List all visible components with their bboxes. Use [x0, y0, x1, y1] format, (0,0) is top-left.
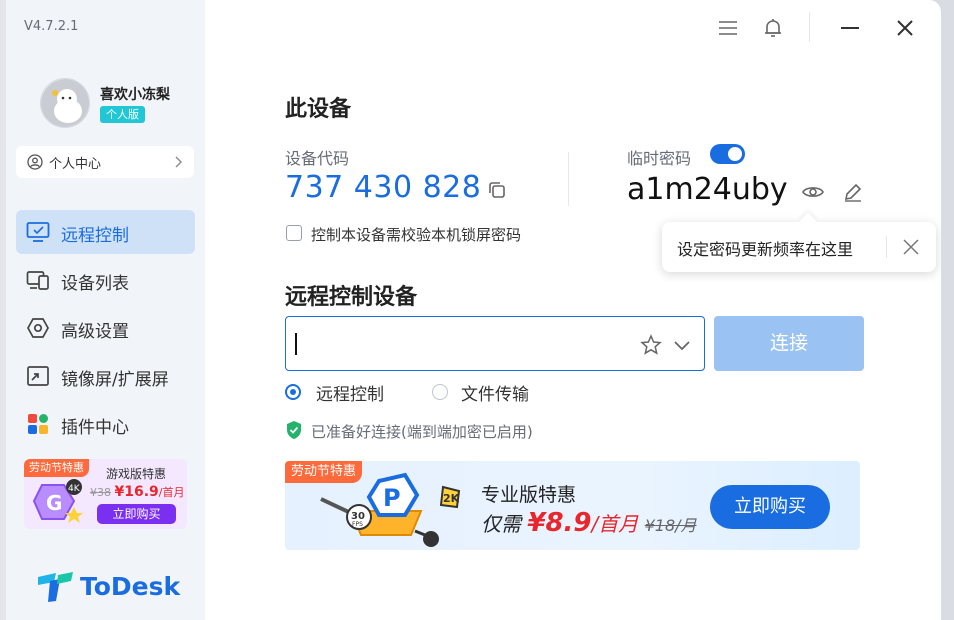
- username: 喜欢小冻梨: [100, 87, 170, 103]
- game-edition-promo[interactable]: 劳动节特惠 G 4K 游戏版特惠 ¥38 ¥16.9/首月 立即购买: [24, 459, 187, 529]
- minimize-icon[interactable]: [836, 14, 864, 42]
- svg-text:4K: 4K: [68, 484, 81, 494]
- sidebar-item-remote-control[interactable]: 远程控制: [16, 210, 195, 254]
- todesk-main-window: V4.7.2.1 喜欢小冻梨 个人版 个人中心 远程控制 设备列表 高级设置 镜…: [6, 0, 941, 620]
- todesk-logo-icon: [38, 572, 73, 602]
- monitor-icon: [26, 222, 50, 242]
- version-label: V4.7.2.1: [24, 19, 79, 34]
- connection-status: 已准备好连接(端到端加密已启用): [311, 423, 533, 441]
- sidebar-item-screen-mirror[interactable]: 镜像屏/扩展屏: [16, 354, 195, 398]
- banner-unit: /首月: [591, 512, 639, 536]
- sidebar: V4.7.2.1 喜欢小冻梨 个人版 个人中心 远程控制 设备列表 高级设置 镜…: [6, 0, 205, 620]
- mode-radio-remote-control[interactable]: [285, 384, 301, 400]
- promo-old-price: ¥38: [90, 486, 111, 499]
- this-device-title: 此设备: [285, 97, 352, 122]
- sidebar-item-label: 远程控制: [61, 226, 129, 246]
- tooltip-close-icon[interactable]: [900, 236, 922, 258]
- sidebar-item-device-list[interactable]: 设备列表: [16, 258, 195, 302]
- banner-price-line: 仅需 ¥8.9/首月 ¥18/月: [481, 508, 697, 538]
- promo-unit: /首月: [158, 486, 185, 499]
- sidebar-item-label: 高级设置: [61, 322, 129, 342]
- banner-price: ¥8.9: [527, 508, 592, 538]
- bell-icon[interactable]: [759, 14, 787, 42]
- mode-label-remote-control[interactable]: 远程控制: [316, 380, 384, 405]
- temp-password-value: a1m24uby: [627, 172, 788, 207]
- tooltip-separator: [886, 236, 887, 258]
- chevron-down-icon[interactable]: [670, 333, 694, 357]
- promo-price-line: ¥38 ¥16.9/首月: [90, 484, 185, 500]
- promo-price: ¥16.9: [114, 484, 159, 500]
- personal-center-label: 个人中心: [49, 157, 102, 172]
- tooltip-text: 设定密码更新频率在这里: [677, 240, 854, 259]
- screen-mirror-icon: [27, 366, 49, 386]
- game-badge-icon: G 4K: [32, 479, 83, 523]
- text-caret: [295, 333, 297, 355]
- temp-password-toggle[interactable]: [710, 144, 745, 164]
- device-divider: [568, 152, 569, 206]
- personal-center-button[interactable]: 个人中心: [16, 146, 194, 178]
- banner-title: 专业版特惠: [481, 484, 577, 506]
- promo-buy-button[interactable]: 立即购买: [97, 504, 176, 524]
- banner-buy-button[interactable]: 立即购买: [710, 485, 830, 529]
- mode-radio-file-transfer[interactable]: [432, 384, 448, 400]
- brand-name: ToDesk: [80, 572, 181, 601]
- promo-tag: 劳动节特惠: [24, 459, 89, 477]
- copy-icon[interactable]: [487, 180, 509, 202]
- pro-edition-banner[interactable]: 劳动节特惠 P 30 FPS 2K 专业版特惠 仅需 ¥8.9/首月 ¥18/月…: [285, 461, 860, 550]
- device-code-label: 设备代码: [285, 149, 350, 168]
- star-icon[interactable]: [639, 333, 663, 357]
- plan-badge: 个人版: [100, 106, 145, 123]
- menu-icon[interactable]: [714, 14, 742, 42]
- art-resolution: 2K: [443, 492, 460, 505]
- banner-old-price: ¥18/月: [644, 516, 697, 535]
- password-frequency-tooltip: 设定密码更新频率在这里: [662, 222, 936, 272]
- art-letter: P: [383, 484, 401, 512]
- mode-label-file-transfer[interactable]: 文件传输: [461, 380, 529, 405]
- sidebar-item-advanced-settings[interactable]: 高级设置: [16, 306, 195, 350]
- wheelbarrow-promo-art: P 30 FPS 2K: [320, 472, 461, 547]
- lock-screen-check-checkbox[interactable]: [286, 225, 302, 241]
- plugin-grid-icon: [28, 414, 48, 434]
- sidebar-item-plugin-center[interactable]: 插件中心: [16, 402, 195, 446]
- sidebar-item-label: 设备列表: [61, 274, 129, 294]
- banner-price-prefix: 仅需: [481, 512, 521, 536]
- device-code[interactable]: 737 430 828: [285, 170, 481, 205]
- eye-icon[interactable]: [801, 180, 825, 204]
- shield-check-icon: [287, 421, 301, 439]
- sidebar-item-label: 镜像屏/扩展屏: [61, 370, 169, 390]
- connect-button[interactable]: 连接: [714, 316, 864, 371]
- remote-device-input[interactable]: [298, 327, 618, 360]
- svg-text:G: G: [46, 491, 62, 515]
- close-icon[interactable]: [891, 14, 919, 42]
- sidebar-item-label: 插件中心: [61, 418, 129, 438]
- temp-password-label: 临时密码: [627, 149, 692, 168]
- chevron-right-icon: [175, 156, 182, 168]
- user-circle-icon: [27, 154, 43, 170]
- devices-icon: [26, 271, 49, 290]
- hexagon-settings-icon: [27, 318, 49, 338]
- promo-title: 游戏版特惠: [106, 467, 167, 481]
- art-fps-unit: FPS: [352, 521, 363, 528]
- avatar[interactable]: [40, 78, 90, 128]
- lock-screen-check-label: 控制本设备需校验本机锁屏密码: [311, 226, 522, 244]
- remote-device-input-box[interactable]: [285, 316, 705, 371]
- edit-pencil-icon[interactable]: [842, 181, 864, 203]
- remote-control-title: 远程控制设备: [285, 285, 418, 310]
- topbar-separator: [809, 12, 810, 42]
